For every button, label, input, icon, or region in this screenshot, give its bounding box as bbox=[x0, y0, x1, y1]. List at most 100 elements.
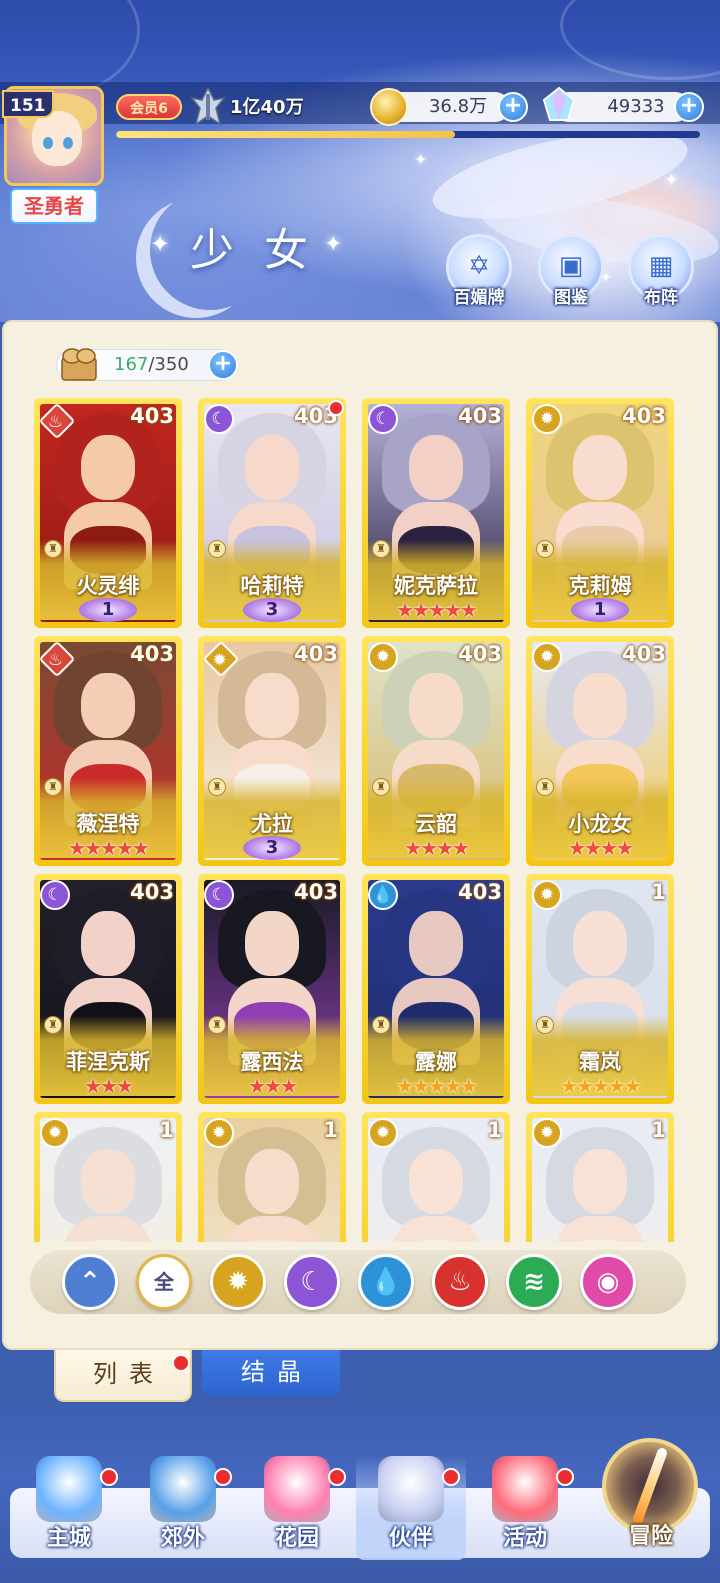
adventure-label: 冒险 bbox=[628, 1524, 673, 1549]
portrait-face bbox=[408, 434, 464, 500]
star-rating: ★★★ bbox=[34, 1074, 182, 1098]
moon-element-icon: ☾ bbox=[300, 1267, 324, 1297]
character-card[interactable]: ✹ 403 ♜ 小龙女 ★★★★ bbox=[526, 636, 674, 866]
character-level: 1 bbox=[487, 1118, 502, 1142]
character-level: 403 bbox=[130, 404, 174, 428]
page-title: 少女 bbox=[190, 225, 338, 276]
star-icon: ★ bbox=[459, 598, 478, 622]
star-rating: ★★★★★ bbox=[526, 1074, 674, 1098]
element-glyph: ♨ bbox=[47, 650, 64, 671]
nav-heart[interactable]: 花园 bbox=[242, 1456, 352, 1560]
nav-gift[interactable]: 活动 bbox=[470, 1456, 580, 1560]
star-icon: ★ bbox=[443, 598, 462, 622]
star-icon: ★ bbox=[459, 1074, 478, 1098]
character-card[interactable]: ☾ 403 ♜ 露西法 ★★★ bbox=[198, 874, 346, 1104]
codex-label: 图鉴 bbox=[554, 288, 588, 308]
all-filter-button[interactable]: 全 bbox=[136, 1254, 192, 1310]
card-deck-label: 百媚牌 bbox=[453, 288, 505, 308]
star-icon: ★ bbox=[115, 1074, 134, 1098]
character-level: 1 bbox=[651, 1118, 666, 1142]
portrait-face bbox=[572, 1148, 628, 1214]
tab-list[interactable]: 列表 bbox=[54, 1350, 192, 1402]
character-card[interactable]: ✹ 403 ♜ 尤拉 3 bbox=[198, 636, 346, 866]
experience-bar-fill bbox=[116, 131, 455, 138]
element-glyph: ☾ bbox=[211, 409, 227, 429]
star-icon: ★ bbox=[607, 1074, 626, 1098]
gift-icon bbox=[492, 1456, 558, 1522]
expand-roster-button[interactable]: + bbox=[208, 350, 238, 380]
character-card[interactable]: ☾ 403 ♜ 菲涅克斯 ★★★ bbox=[34, 874, 182, 1104]
role-icon: ♜ bbox=[208, 1016, 226, 1034]
nav-portal[interactable]: 郊外 bbox=[128, 1456, 238, 1560]
character-name: 克莉姆 bbox=[568, 574, 632, 598]
codex-button[interactable]: ▣ 图鉴 bbox=[538, 234, 604, 308]
fire-element-icon: ♨ bbox=[448, 1267, 472, 1297]
character-level: 1 bbox=[323, 1118, 338, 1142]
star-icon: ★ bbox=[443, 1074, 462, 1098]
formation-label: 布阵 bbox=[644, 288, 678, 308]
star-icon: ★ bbox=[451, 836, 470, 860]
moon-element-button[interactable]: ☾ bbox=[284, 1254, 340, 1310]
portrait-face bbox=[572, 910, 628, 976]
role-icon: ♜ bbox=[536, 778, 554, 796]
formation-button[interactable]: ▦ 布阵 bbox=[628, 234, 694, 308]
roster-capacity-text: 167/350 bbox=[114, 352, 189, 378]
light-element-icon: ✹ bbox=[204, 1118, 234, 1148]
moon-element-icon: ☾ bbox=[204, 880, 234, 910]
vip-badge[interactable]: 会员6 bbox=[116, 94, 182, 120]
character-level: 1 bbox=[651, 880, 666, 904]
wings-filter-button[interactable]: ⌃ bbox=[62, 1254, 118, 1310]
character-card[interactable]: 💧 403 ♜ 露娜 ★★★★★ bbox=[362, 874, 510, 1104]
character-card[interactable]: ✹ 1 bbox=[526, 1112, 674, 1242]
portrait-face bbox=[408, 1148, 464, 1214]
character-card[interactable]: ☾ 403 ♜ 妮克萨拉 ★★★★★ bbox=[362, 398, 510, 628]
player-title-badge[interactable]: 圣勇者 bbox=[10, 188, 98, 224]
wind-element-icon: ≋ bbox=[523, 1267, 545, 1297]
character-card[interactable]: ✹ 1 bbox=[34, 1112, 182, 1242]
star-icon: ★ bbox=[396, 1074, 414, 1098]
fire-element-button[interactable]: ♨ bbox=[432, 1254, 488, 1310]
portrait-face bbox=[408, 672, 464, 738]
character-name: 哈莉特 bbox=[240, 574, 304, 598]
water-element-button[interactable]: 💧 bbox=[358, 1254, 414, 1310]
character-card[interactable]: ☾ 403 ♜ 哈莉特 3 bbox=[198, 398, 346, 628]
roster-count: 167 bbox=[114, 354, 149, 375]
add-gold-button[interactable]: + bbox=[498, 92, 528, 122]
nav-partner[interactable]: 伙伴 bbox=[356, 1456, 466, 1560]
wind-element-button[interactable]: ≋ bbox=[506, 1254, 562, 1310]
card-deck-button[interactable]: ✡ 百媚牌 bbox=[446, 234, 512, 308]
character-card[interactable]: ✹ 403 ♜ 云韶 ★★★★ bbox=[362, 636, 510, 866]
element-glyph: ✹ bbox=[211, 1123, 227, 1143]
tab-crystal[interactable]: 结晶 bbox=[202, 1350, 340, 1396]
character-level: 403 bbox=[294, 880, 338, 904]
element-glyph: ✹ bbox=[212, 650, 227, 671]
star-icon: ★ bbox=[576, 1074, 594, 1098]
character-card[interactable]: ✹ 1 ♜ 霜岚 ★★★★★ bbox=[526, 874, 674, 1104]
portrait-face bbox=[244, 1148, 300, 1214]
character-card[interactable]: ✹ 1 bbox=[198, 1112, 346, 1242]
partner-icon bbox=[378, 1456, 444, 1522]
all-filter-icon: 全 bbox=[154, 1270, 174, 1294]
light-element-icon: ✹ bbox=[368, 1118, 398, 1148]
light-element-button[interactable]: ✹ bbox=[210, 1254, 266, 1310]
nav-label: 伙伴 bbox=[388, 1526, 433, 1551]
portrait-face bbox=[244, 910, 300, 976]
character-card[interactable]: ♨ 403 ♜ 薇涅特 ★★★★★ bbox=[34, 636, 182, 866]
role-icon: ♜ bbox=[536, 540, 554, 558]
awaken-rank-badge: 1 bbox=[79, 598, 137, 622]
element-glyph: ✹ bbox=[47, 1123, 63, 1143]
character-card[interactable]: ♨ 403 ♜ 火灵绯 1 bbox=[34, 398, 182, 628]
spirit-element-button[interactable]: ◉ bbox=[580, 1254, 636, 1310]
nav-castle[interactable]: 主城 bbox=[14, 1456, 124, 1560]
star-rating: ★★★★ bbox=[362, 836, 510, 860]
star-icon: ★ bbox=[396, 598, 414, 622]
add-diamond-button[interactable]: + bbox=[674, 92, 704, 122]
character-name: 妮克萨拉 bbox=[394, 574, 478, 598]
character-card[interactable]: ✹ 403 ♜ 克莉姆 1 bbox=[526, 398, 674, 628]
character-name: 露娜 bbox=[415, 1050, 457, 1074]
character-card[interactable]: ✹ 1 bbox=[362, 1112, 510, 1242]
character-name: 露西法 bbox=[240, 1050, 304, 1074]
character-level: 403 bbox=[458, 880, 502, 904]
portrait-face bbox=[244, 672, 300, 738]
wings-filter-icon: ⌃ bbox=[79, 1267, 101, 1297]
